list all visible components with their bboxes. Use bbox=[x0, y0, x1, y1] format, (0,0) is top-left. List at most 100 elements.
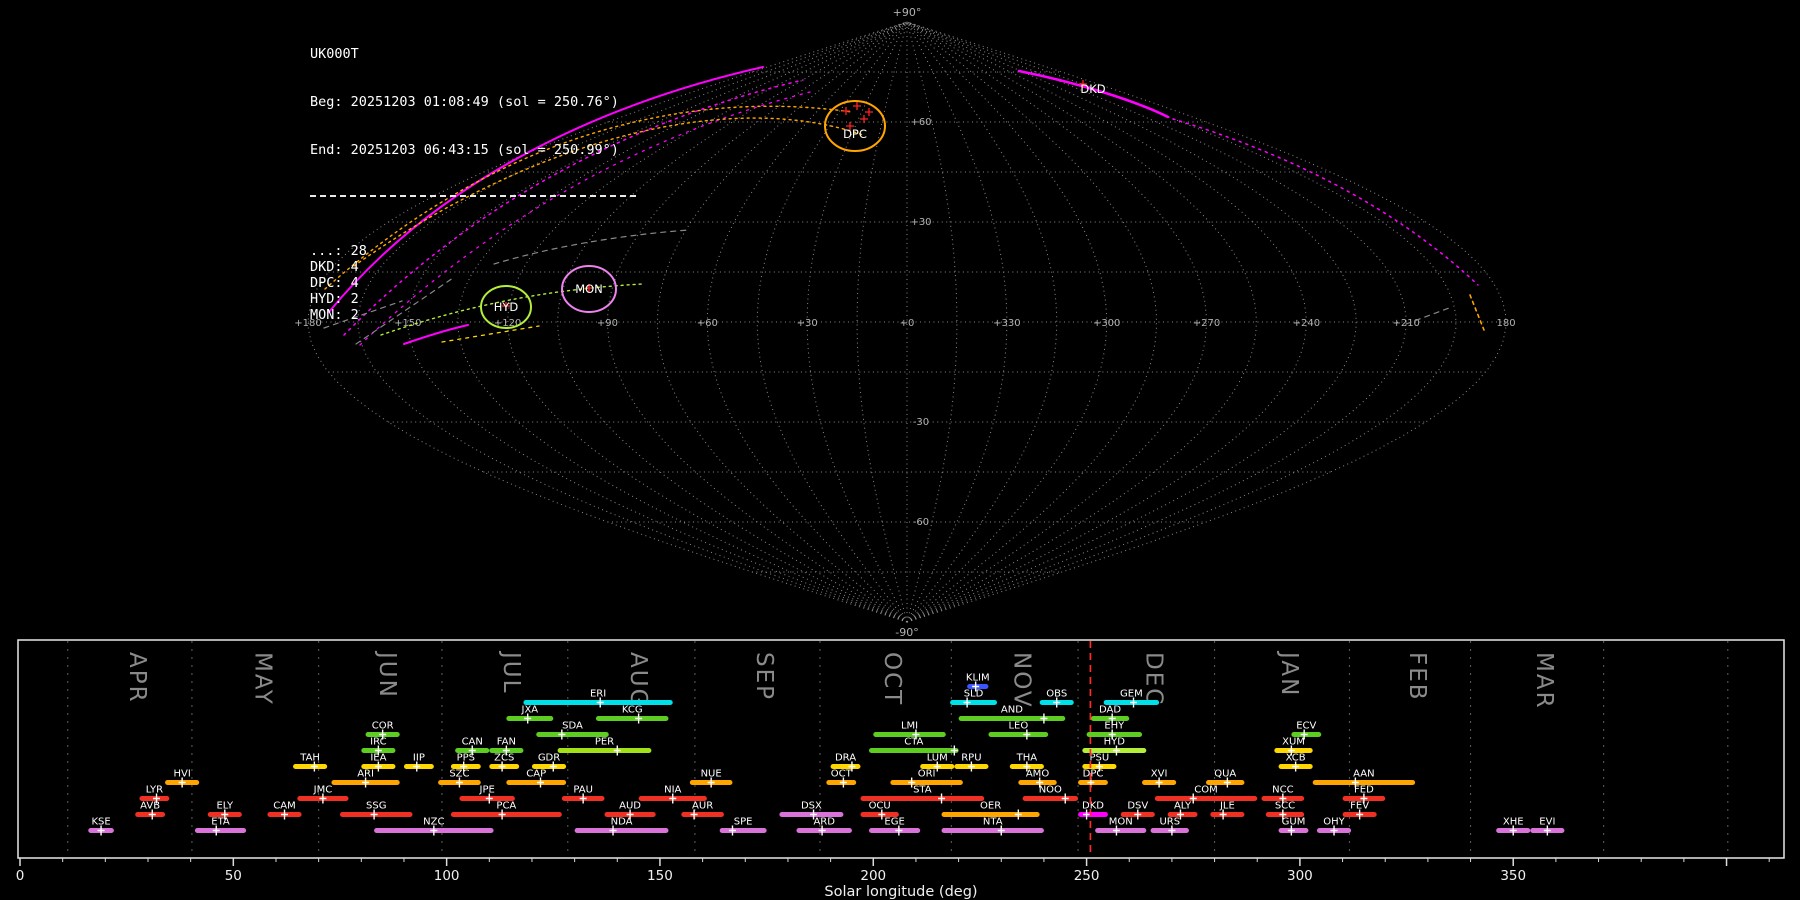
shower-label-HYD: HYD bbox=[1104, 737, 1126, 748]
month-label: NOV bbox=[1008, 652, 1034, 709]
shower-bar-EGE bbox=[869, 828, 920, 833]
month-label: JUN bbox=[374, 650, 400, 699]
shower-label-AMO: AMO bbox=[1026, 769, 1049, 780]
shower-label-AUR: AUR bbox=[692, 801, 713, 812]
map-lat-label: -30 bbox=[913, 417, 929, 428]
shower-label-GDR: GDR bbox=[538, 753, 560, 764]
shower-bar-CAP bbox=[506, 780, 566, 785]
divider-dashed-line bbox=[310, 195, 636, 197]
meteor-marker bbox=[853, 102, 861, 110]
shower-bar-ETA bbox=[195, 828, 246, 833]
radiant-label-DPC: DPC bbox=[843, 127, 867, 141]
shower-label-LEO: LEO bbox=[1008, 721, 1028, 732]
observation-info-panel: UK000T Beg: 20251203 01:08:49 (sol = 250… bbox=[310, 14, 636, 355]
map-lon-label: +240 bbox=[1293, 318, 1320, 329]
map-lon-label: +60 bbox=[697, 318, 718, 329]
shower-label-NTA: NTA bbox=[983, 817, 1003, 828]
shower-bar-SPE bbox=[720, 828, 767, 833]
axis-tick-label: 50 bbox=[225, 868, 242, 884]
map-grid-meridian bbox=[907, 22, 957, 622]
shower-peak-marker bbox=[614, 746, 621, 756]
map-lat-label: -60 bbox=[913, 517, 929, 528]
shower-label-KLIM: KLIM bbox=[966, 673, 990, 684]
shower-bar-NOO bbox=[1023, 796, 1078, 801]
shower-label-GEM: GEM bbox=[1120, 689, 1143, 700]
shower-label-CAP: CAP bbox=[526, 769, 546, 780]
shower-label-PPS: PPS bbox=[457, 753, 475, 764]
shower-count-row: DKD: 4 bbox=[310, 259, 636, 275]
map-pole-label: +90° bbox=[893, 6, 922, 19]
shower-label-SSG: SSG bbox=[366, 801, 386, 812]
axis-tick-label: 0 bbox=[16, 868, 25, 884]
meteor-marker bbox=[860, 115, 868, 123]
shower-bar-PER bbox=[558, 748, 652, 753]
map-lat-label: +30 bbox=[910, 217, 931, 228]
shower-label-DPC: DPC bbox=[1083, 769, 1104, 780]
month-label: AUG bbox=[625, 652, 651, 708]
meteor-trail bbox=[1173, 119, 1478, 285]
shower-bar-AUR bbox=[681, 812, 724, 817]
axis-tick-label: 300 bbox=[1287, 868, 1313, 884]
month-label: DEC bbox=[1140, 652, 1166, 706]
shower-peak-marker bbox=[938, 794, 945, 804]
shower-count-row: MON: 2 bbox=[310, 307, 636, 323]
month-label: FEB bbox=[1404, 652, 1430, 702]
month-label: JAN bbox=[1276, 650, 1302, 697]
month-label: JUL bbox=[498, 650, 524, 694]
radiant-label-DKD: DKD bbox=[1080, 82, 1105, 96]
station-id: UK000T bbox=[310, 46, 636, 62]
end-time: End: 20251203 06:43:15 (sol = 250.99°) bbox=[310, 142, 636, 158]
shower-counts-list: ...: 28DKD: 4DPC: 4HYD: 2MON: 2 bbox=[310, 243, 636, 323]
shower-label-AAN: AAN bbox=[1353, 769, 1374, 780]
map-lon-label: +270 bbox=[1193, 318, 1220, 329]
shower-label-SDA: SDA bbox=[562, 721, 583, 732]
shower-peak-marker bbox=[951, 746, 958, 756]
shower-label-QUA: QUA bbox=[1214, 769, 1236, 780]
shower-label-STA: STA bbox=[913, 785, 932, 796]
shower-label-IIP: IIP bbox=[413, 753, 425, 764]
month-label: APR bbox=[124, 652, 150, 704]
shower-peak-marker bbox=[1062, 794, 1069, 804]
shower-bar-DKD bbox=[1078, 812, 1108, 817]
month-label: MAY bbox=[250, 652, 276, 706]
month-label: SEP bbox=[751, 652, 777, 701]
shower-label-OCU: OCU bbox=[869, 801, 891, 812]
map-lon-label: +30 bbox=[797, 318, 818, 329]
shower-label-AND: AND bbox=[1001, 705, 1023, 716]
shower-bar-JLE bbox=[1210, 812, 1244, 817]
shower-label-DAD: DAD bbox=[1099, 705, 1121, 716]
shower-label-GUM: GUM bbox=[1282, 817, 1306, 828]
shower-label-ZCS: ZCS bbox=[494, 753, 514, 764]
shower-label-DRA: DRA bbox=[835, 753, 856, 764]
shower-label-OER: OER bbox=[980, 801, 1001, 812]
shower-count-row: DPC: 4 bbox=[310, 275, 636, 291]
shower-label-ECV: ECV bbox=[1296, 721, 1316, 732]
shower-bar-COM bbox=[1155, 796, 1257, 801]
shower-label-JLE: JLE bbox=[1219, 801, 1235, 812]
shower-count-row: ...: 28 bbox=[310, 243, 636, 259]
shower-label-TAH: TAH bbox=[299, 753, 320, 764]
axis-tick-label: 350 bbox=[1500, 868, 1526, 884]
shower-label-PCA: PCA bbox=[496, 801, 516, 812]
shower-bar-LEO bbox=[988, 732, 1048, 737]
month-label: OCT bbox=[879, 652, 905, 706]
shower-label-ETA: ETA bbox=[211, 817, 230, 828]
shower-label-ORI: ORI bbox=[918, 769, 936, 780]
shower-label-ALY: ALY bbox=[1174, 801, 1192, 812]
shower-label-URS: URS bbox=[1159, 817, 1180, 828]
shower-bar-MON bbox=[1095, 828, 1146, 833]
radiant-map-and-activity-plot: +90°-90°+180+150+120+90+60+30+0+330+300+… bbox=[0, 0, 1800, 900]
begin-time: Beg: 20251203 01:08:49 (sol = 250.76°) bbox=[310, 94, 636, 110]
map-lon-label: 180 bbox=[1496, 318, 1515, 329]
shower-label-DKD: DKD bbox=[1082, 801, 1104, 812]
map-pole-label: -90° bbox=[895, 626, 918, 639]
shower-count-row: HYD: 2 bbox=[310, 291, 636, 307]
axis-tick-label: 200 bbox=[860, 868, 886, 884]
shower-label-AVB: AVB bbox=[140, 801, 160, 812]
shower-label-SPE: SPE bbox=[734, 817, 753, 828]
shower-bar-TAH bbox=[293, 764, 327, 769]
shower-label-LYR: LYR bbox=[146, 785, 163, 796]
shower-label-COM: COM bbox=[1194, 785, 1217, 796]
shower-label-ERI: ERI bbox=[590, 689, 606, 700]
shower-label-NOO: NOO bbox=[1039, 785, 1062, 796]
